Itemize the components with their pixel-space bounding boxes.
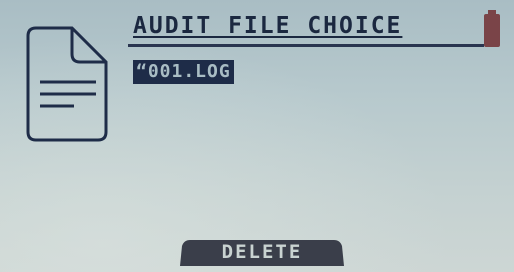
lcd-screen: AUDIT FILE CHOICE “001.LOG DELETE (0, 0, 514, 272)
file-list-item-selected[interactable]: “001.LOG (133, 60, 234, 84)
title-underline (128, 44, 484, 47)
battery-icon (484, 14, 500, 47)
delete-button-label: DELETE (221, 241, 303, 263)
document-icon (26, 26, 108, 142)
delete-button[interactable]: DELETE (180, 238, 344, 266)
screen-title: AUDIT FILE CHOICE (133, 13, 403, 39)
